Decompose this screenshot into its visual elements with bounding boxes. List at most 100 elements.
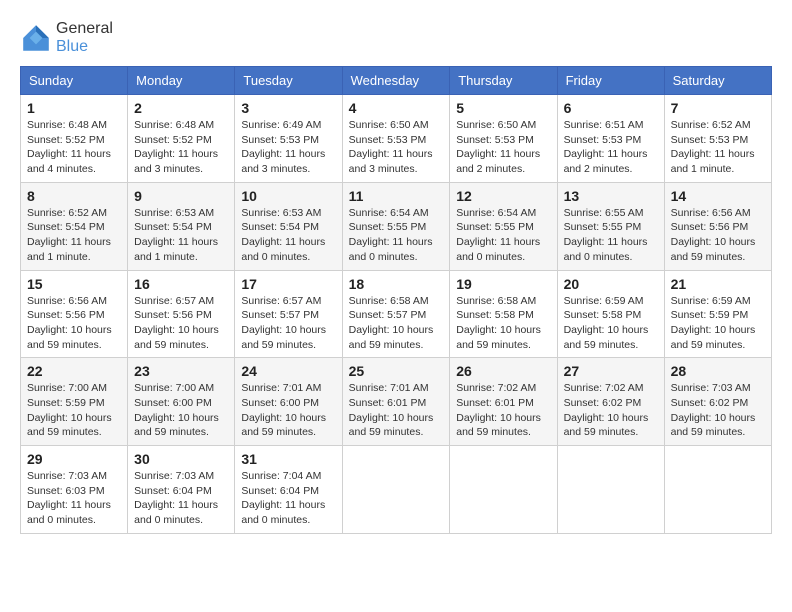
table-row: 10 Sunrise: 6:53 AMSunset: 5:54 PMDaylig… [235,182,342,270]
day-number: 15 [27,276,121,292]
col-wednesday: Wednesday [342,67,450,95]
day-info: Sunrise: 6:48 AMSunset: 5:52 PMDaylight:… [134,118,228,177]
col-sunday: Sunday [21,67,128,95]
table-row [450,446,557,534]
table-row: 6 Sunrise: 6:51 AMSunset: 5:53 PMDayligh… [557,95,664,183]
table-row [664,446,771,534]
table-row: 27 Sunrise: 7:02 AMSunset: 6:02 PMDaylig… [557,358,664,446]
day-info: Sunrise: 6:49 AMSunset: 5:53 PMDaylight:… [241,118,335,177]
day-number: 20 [564,276,658,292]
day-number: 3 [241,100,335,116]
day-number: 29 [27,451,121,467]
table-row: 8 Sunrise: 6:52 AMSunset: 5:54 PMDayligh… [21,182,128,270]
day-number: 26 [456,363,550,379]
day-number: 27 [564,363,658,379]
day-number: 22 [27,363,121,379]
table-row: 12 Sunrise: 6:54 AMSunset: 5:55 PMDaylig… [450,182,557,270]
day-info: Sunrise: 6:50 AMSunset: 5:53 PMDaylight:… [456,118,550,177]
day-info: Sunrise: 7:02 AMSunset: 6:02 PMDaylight:… [564,381,658,440]
day-number: 4 [349,100,444,116]
table-row: 11 Sunrise: 6:54 AMSunset: 5:55 PMDaylig… [342,182,450,270]
day-info: Sunrise: 7:03 AMSunset: 6:03 PMDaylight:… [27,469,121,528]
col-monday: Monday [128,67,235,95]
day-info: Sunrise: 7:00 AMSunset: 5:59 PMDaylight:… [27,381,121,440]
day-info: Sunrise: 6:59 AMSunset: 5:58 PMDaylight:… [564,294,658,353]
day-info: Sunrise: 7:01 AMSunset: 6:00 PMDaylight:… [241,381,335,440]
day-info: Sunrise: 6:48 AMSunset: 5:52 PMDaylight:… [27,118,121,177]
table-row: 18 Sunrise: 6:58 AMSunset: 5:57 PMDaylig… [342,270,450,358]
col-saturday: Saturday [664,67,771,95]
day-number: 31 [241,451,335,467]
table-row: 29 Sunrise: 7:03 AMSunset: 6:03 PMDaylig… [21,446,128,534]
day-info: Sunrise: 6:56 AMSunset: 5:56 PMDaylight:… [27,294,121,353]
day-number: 5 [456,100,550,116]
day-number: 10 [241,188,335,204]
day-number: 24 [241,363,335,379]
table-row: 25 Sunrise: 7:01 AMSunset: 6:01 PMDaylig… [342,358,450,446]
day-number: 6 [564,100,658,116]
table-row: 2 Sunrise: 6:48 AMSunset: 5:52 PMDayligh… [128,95,235,183]
day-number: 1 [27,100,121,116]
day-number: 21 [671,276,765,292]
day-info: Sunrise: 6:52 AMSunset: 5:53 PMDaylight:… [671,118,765,177]
day-info: Sunrise: 6:58 AMSunset: 5:57 PMDaylight:… [349,294,444,353]
table-row: 15 Sunrise: 6:56 AMSunset: 5:56 PMDaylig… [21,270,128,358]
table-row: 30 Sunrise: 7:03 AMSunset: 6:04 PMDaylig… [128,446,235,534]
day-info: Sunrise: 6:52 AMSunset: 5:54 PMDaylight:… [27,206,121,265]
table-row: 16 Sunrise: 6:57 AMSunset: 5:56 PMDaylig… [128,270,235,358]
table-row: 9 Sunrise: 6:53 AMSunset: 5:54 PMDayligh… [128,182,235,270]
col-friday: Friday [557,67,664,95]
day-info: Sunrise: 6:54 AMSunset: 5:55 PMDaylight:… [456,206,550,265]
table-row: 20 Sunrise: 6:59 AMSunset: 5:58 PMDaylig… [557,270,664,358]
day-number: 25 [349,363,444,379]
day-number: 14 [671,188,765,204]
table-row: 28 Sunrise: 7:03 AMSunset: 6:02 PMDaylig… [664,358,771,446]
col-thursday: Thursday [450,67,557,95]
calendar-week-row: 15 Sunrise: 6:56 AMSunset: 5:56 PMDaylig… [21,270,772,358]
table-row: 1 Sunrise: 6:48 AMSunset: 5:52 PMDayligh… [21,95,128,183]
day-number: 19 [456,276,550,292]
table-row: 23 Sunrise: 7:00 AMSunset: 6:00 PMDaylig… [128,358,235,446]
table-row: 22 Sunrise: 7:00 AMSunset: 5:59 PMDaylig… [21,358,128,446]
day-number: 13 [564,188,658,204]
day-number: 8 [27,188,121,204]
day-number: 28 [671,363,765,379]
day-info: Sunrise: 7:00 AMSunset: 6:00 PMDaylight:… [134,381,228,440]
day-info: Sunrise: 7:03 AMSunset: 6:02 PMDaylight:… [671,381,765,440]
page-header: General Blue [20,20,772,56]
day-info: Sunrise: 6:56 AMSunset: 5:56 PMDaylight:… [671,206,765,265]
table-row: 17 Sunrise: 6:57 AMSunset: 5:57 PMDaylig… [235,270,342,358]
calendar-week-row: 8 Sunrise: 6:52 AMSunset: 5:54 PMDayligh… [21,182,772,270]
day-number: 18 [349,276,444,292]
day-number: 23 [134,363,228,379]
day-info: Sunrise: 6:50 AMSunset: 5:53 PMDaylight:… [349,118,444,177]
table-row: 24 Sunrise: 7:01 AMSunset: 6:00 PMDaylig… [235,358,342,446]
logo: General Blue [20,20,113,56]
logo-blue-text: Blue [56,38,88,55]
day-number: 11 [349,188,444,204]
day-info: Sunrise: 6:51 AMSunset: 5:53 PMDaylight:… [564,118,658,177]
day-info: Sunrise: 7:04 AMSunset: 6:04 PMDaylight:… [241,469,335,528]
day-info: Sunrise: 6:53 AMSunset: 5:54 PMDaylight:… [134,206,228,265]
logo-icon [20,22,52,54]
day-info: Sunrise: 7:02 AMSunset: 6:01 PMDaylight:… [456,381,550,440]
table-row: 14 Sunrise: 6:56 AMSunset: 5:56 PMDaylig… [664,182,771,270]
calendar-week-row: 22 Sunrise: 7:00 AMSunset: 5:59 PMDaylig… [21,358,772,446]
day-info: Sunrise: 6:59 AMSunset: 5:59 PMDaylight:… [671,294,765,353]
day-number: 2 [134,100,228,116]
day-info: Sunrise: 6:57 AMSunset: 5:56 PMDaylight:… [134,294,228,353]
logo-general-text: General [56,20,113,37]
day-number: 7 [671,100,765,116]
table-row [342,446,450,534]
day-info: Sunrise: 6:53 AMSunset: 5:54 PMDaylight:… [241,206,335,265]
table-row: 31 Sunrise: 7:04 AMSunset: 6:04 PMDaylig… [235,446,342,534]
table-row: 26 Sunrise: 7:02 AMSunset: 6:01 PMDaylig… [450,358,557,446]
weekday-header-row: Sunday Monday Tuesday Wednesday Thursday… [21,67,772,95]
table-row: 19 Sunrise: 6:58 AMSunset: 5:58 PMDaylig… [450,270,557,358]
day-number: 30 [134,451,228,467]
day-info: Sunrise: 6:55 AMSunset: 5:55 PMDaylight:… [564,206,658,265]
table-row: 3 Sunrise: 6:49 AMSunset: 5:53 PMDayligh… [235,95,342,183]
table-row: 21 Sunrise: 6:59 AMSunset: 5:59 PMDaylig… [664,270,771,358]
table-row [557,446,664,534]
table-row: 4 Sunrise: 6:50 AMSunset: 5:53 PMDayligh… [342,95,450,183]
